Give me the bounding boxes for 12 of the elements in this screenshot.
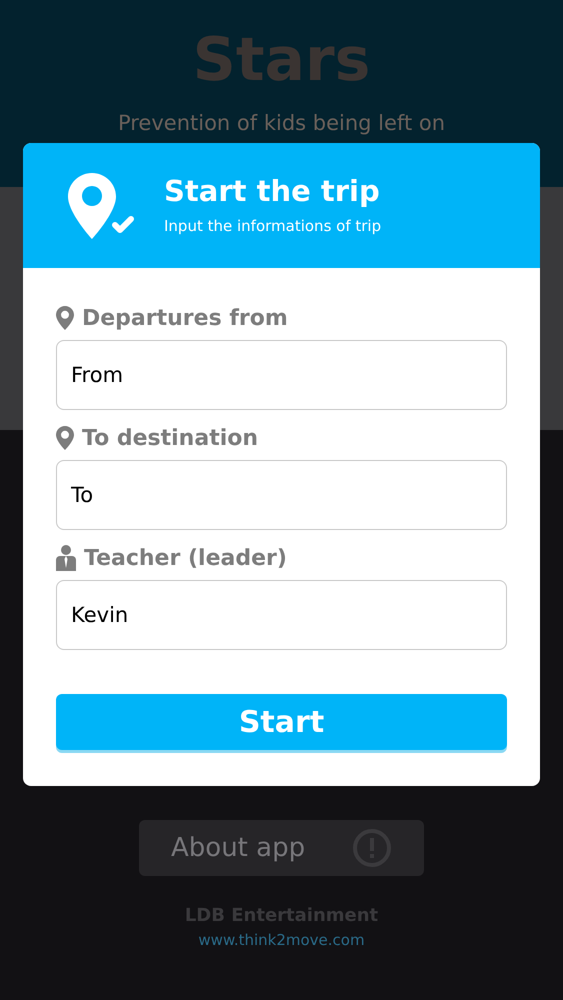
input-field[interactable]: Kevin <box>56 580 507 650</box>
input-field[interactable]: To <box>56 460 507 530</box>
field-label: Departures from <box>82 304 288 332</box>
dialog-subtitle: Input the informations of trip <box>164 216 382 238</box>
dialog-title: Start the trip <box>164 173 381 210</box>
location-pin-icon <box>56 426 74 450</box>
field-label: Teacher (leader) <box>84 544 287 572</box>
field-label: To destination <box>82 424 258 452</box>
input-field[interactable]: From <box>56 340 507 410</box>
app-subtitle: Prevention of kids being left on <box>118 110 446 137</box>
person-icon <box>56 545 76 571</box>
location-pin-icon <box>56 306 74 330</box>
